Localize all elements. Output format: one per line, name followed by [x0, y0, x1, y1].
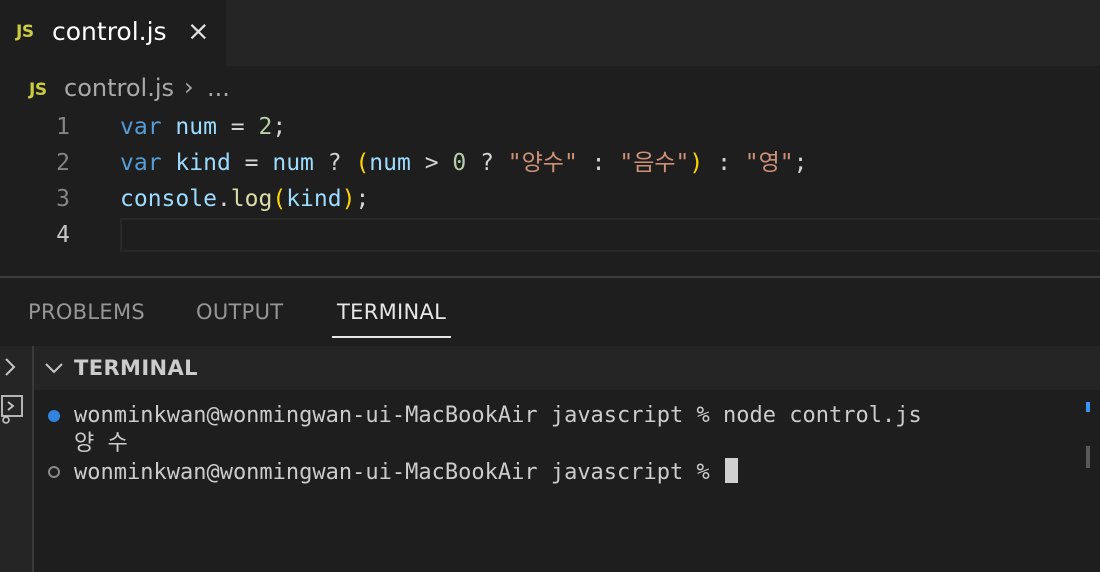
- terminal-section-header[interactable]: TERMINAL: [34, 346, 1100, 390]
- code-text: var kind = num ? (num > 0 ? "양수" : "음수")…: [120, 145, 808, 181]
- code-token: 0: [452, 150, 467, 176]
- code-token: "음수": [619, 150, 690, 176]
- command-pending-dot: [48, 466, 60, 478]
- tab-output[interactable]: OUTPUT: [196, 300, 283, 324]
- code-line[interactable]: 3 console.log(kind);: [0, 181, 1100, 217]
- tab-terminal[interactable]: TERMINAL: [337, 300, 446, 324]
- code-token: "양수": [507, 150, 578, 176]
- terminal-scrollbar[interactable]: [1086, 446, 1090, 468]
- code-token: ?: [313, 150, 356, 176]
- terminal-line-2: 양 수: [74, 431, 128, 456]
- code-token: "영": [744, 150, 794, 176]
- code-token: 2: [258, 114, 273, 140]
- terminal-prompt: wonminkwan@wonmingwan-ui-MacBookAir java…: [74, 460, 724, 485]
- code-token: var: [120, 114, 162, 140]
- code-token: ;: [793, 150, 808, 176]
- code-token: ): [341, 186, 356, 212]
- terminal-prompt-line[interactable]: wonminkwan@wonmingwan-ui-MacBookAir java…: [74, 458, 739, 487]
- terminal-line-1: wonminkwan@wonmingwan-ui-MacBookAir java…: [74, 403, 922, 428]
- line-number: 2: [56, 150, 70, 176]
- code-token: ;: [272, 114, 287, 140]
- active-tab-indicator: [332, 336, 451, 338]
- code-line[interactable]: 1 var num = 2;: [0, 109, 1100, 145]
- chevron-right-icon: ›: [184, 73, 194, 101]
- terminal-run-icon[interactable]: [0, 394, 26, 424]
- panel-tab-bar: PROBLEMS OUTPUT TERMINAL: [0, 278, 1100, 346]
- line-number: 3: [56, 186, 70, 212]
- code-line[interactable]: 2 var kind = num ? (num > 0 ? "양수" : "음수"…: [0, 145, 1100, 181]
- code-token: console: [120, 186, 217, 212]
- line-number: 1: [56, 114, 70, 140]
- chevron-down-icon[interactable]: [44, 358, 64, 378]
- code-line[interactable]: 4: [0, 217, 1100, 253]
- code-token: >: [410, 150, 453, 176]
- code-token: =: [230, 150, 273, 176]
- terminal-output[interactable]: wonminkwan@wonmingwan-ui-MacBookAir java…: [34, 390, 1100, 572]
- terminal-title: TERMINAL: [74, 356, 198, 380]
- editor-tab-control-js[interactable]: JS control.js ×: [0, 0, 226, 66]
- js-file-icon: JS: [16, 22, 34, 42]
- code-token: num: [175, 114, 217, 140]
- close-icon[interactable]: ×: [187, 17, 210, 47]
- code-token: =: [216, 114, 259, 140]
- tab-title: control.js: [52, 17, 167, 46]
- code-token: num: [272, 150, 314, 176]
- code-token: ?: [466, 150, 508, 176]
- code-token: log: [230, 186, 273, 212]
- code-token: :: [703, 150, 745, 176]
- scroll-marker: [1086, 402, 1090, 412]
- code-editor[interactable]: 1 var num = 2; 2 var kind = num ? (num > 0 …: [0, 108, 1100, 276]
- breadcrumb-file[interactable]: control.js: [64, 74, 174, 102]
- tab-problems[interactable]: PROBLEMS: [28, 300, 145, 324]
- code-token: kind: [175, 150, 231, 176]
- breadcrumb: JS control.js › ...: [0, 66, 1100, 108]
- code-token: ;: [355, 186, 370, 212]
- code-token: ): [689, 150, 704, 176]
- chevron-right-icon[interactable]: [0, 356, 22, 378]
- breadcrumb-symbols[interactable]: ...: [207, 74, 230, 102]
- terminal-cursor: [725, 458, 739, 483]
- terminal-side-strip: [0, 346, 34, 572]
- code-text: console.log(kind);: [120, 181, 369, 217]
- command-success-dot[interactable]: [48, 410, 60, 422]
- code-token: (: [272, 186, 287, 212]
- code-token: .: [216, 186, 231, 212]
- code-token: (: [355, 150, 370, 176]
- editor-tab-bar: JS control.js ×: [0, 0, 1100, 66]
- code-text: var num = 2;: [120, 109, 286, 145]
- code-token: kind: [286, 186, 342, 212]
- code-token: var: [120, 150, 162, 176]
- code-token: :: [577, 150, 620, 176]
- js-file-icon: JS: [29, 80, 47, 100]
- code-token: num: [369, 150, 411, 176]
- line-number: 4: [56, 222, 70, 248]
